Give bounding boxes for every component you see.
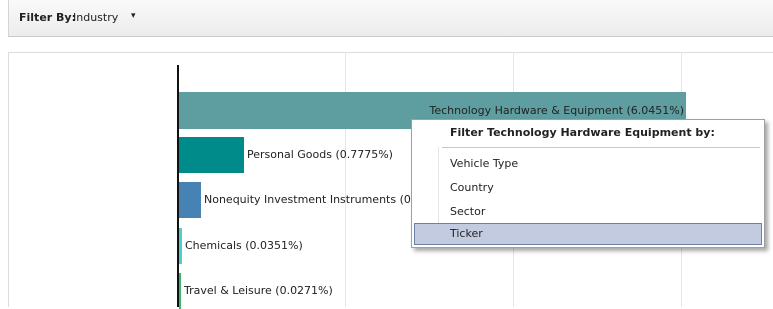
menu-item-ticker[interactable]: Ticker [414, 223, 762, 245]
bar-label: Technology Hardware & Equipment (6.0451%… [429, 104, 684, 117]
filter-bar: Filter By: Industry ▾ [8, 0, 773, 37]
bar[interactable] [179, 273, 181, 309]
menu-item-label: Vehicle Type [450, 157, 519, 170]
bar[interactable] [179, 137, 244, 173]
bar-label: Chemicals (0.0351%) [185, 239, 303, 252]
bar[interactable] [179, 228, 182, 264]
menu-separator [442, 147, 760, 148]
menu-item-sector[interactable]: Sector [414, 201, 762, 223]
bar-label: Travel & Leisure (0.0271%) [184, 284, 333, 297]
bar[interactable] [179, 182, 201, 218]
menu-title: Filter Technology Hardware Equipment by: [450, 126, 715, 139]
menu-item-vehicle-type[interactable]: Vehicle Type [414, 153, 762, 175]
chevron-down-icon[interactable]: ▾ [131, 11, 136, 21]
menu-item-label: Ticker [450, 227, 483, 240]
filter-value-dropdown[interactable]: Industry [73, 11, 118, 24]
bar-label: Personal Goods (0.7775%) [247, 148, 393, 161]
bar-label: Nonequity Investment Instruments (0 [204, 193, 411, 206]
gridline [345, 52, 346, 307]
menu-item-label: Sector [450, 205, 486, 218]
menu-item-country[interactable]: Country [414, 177, 762, 199]
menu-item-label: Country [450, 181, 494, 194]
filter-by-label: Filter By: [19, 11, 76, 24]
filter-context-menu: Filter Technology Hardware Equipment by:… [411, 119, 765, 248]
